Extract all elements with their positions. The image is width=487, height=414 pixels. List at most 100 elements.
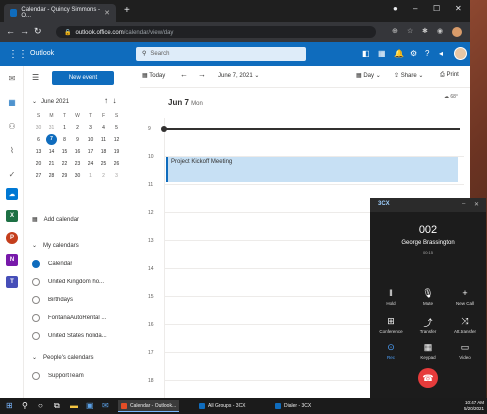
- previous-day-icon[interactable]: ←: [180, 70, 188, 79]
- minical-day[interactable]: 27: [32, 170, 45, 182]
- minical-day[interactable]: 8: [58, 134, 71, 146]
- calendar-item-calendar[interactable]: Calendar: [32, 260, 138, 268]
- app-launcher-icon[interactable]: ⋮⋮: [8, 49, 28, 60]
- minical-day[interactable]: 2: [97, 170, 110, 182]
- hangup-button[interactable]: ☎: [418, 368, 438, 388]
- taskbar-app-outlook[interactable]: Calendar - Outlook...: [118, 400, 180, 412]
- user-avatar[interactable]: [454, 47, 467, 60]
- transfer-button[interactable]: ⤴ Transfer: [411, 316, 445, 334]
- close-window-button[interactable]: ✕: [455, 4, 462, 13]
- new-event-button[interactable]: New event: [52, 71, 114, 85]
- megaphone-icon[interactable]: ◂: [439, 49, 443, 58]
- attended-transfer-button[interactable]: ⤨ Att.transfer: [448, 316, 482, 334]
- minimize-button[interactable]: –: [413, 4, 417, 13]
- tab-close-icon[interactable]: ✕: [104, 9, 110, 17]
- task-view-icon[interactable]: ⧉: [54, 401, 60, 411]
- next-day-icon[interactable]: →: [198, 70, 206, 79]
- calendar-item-fontana[interactable]: FontanaAutoRental ...: [32, 314, 138, 322]
- people-icon[interactable]: ⚇: [6, 120, 18, 132]
- minical-day[interactable]: 12: [110, 134, 123, 146]
- calendar-item-birthdays[interactable]: Birthdays: [32, 296, 138, 304]
- system-clock[interactable]: 10:47 AM 5/20/2021: [452, 400, 484, 412]
- onedrive-icon[interactable]: ☁: [6, 188, 18, 200]
- hamburger-icon[interactable]: ☰: [32, 73, 39, 82]
- minical-day[interactable]: 30: [32, 122, 45, 134]
- arrow-up-icon[interactable]: ↑: [104, 96, 108, 105]
- minical-day[interactable]: 23: [71, 158, 84, 170]
- powerpoint-icon[interactable]: P: [6, 232, 18, 244]
- url-field[interactable]: 🔒 outlook.office.com/calendar/view/day: [56, 26, 376, 38]
- mute-button[interactable]: 🎙 Mute: [411, 288, 445, 306]
- calendar-item-supportteam[interactable]: SupportTeam: [32, 372, 138, 380]
- minical-day[interactable]: 21: [45, 158, 58, 170]
- new-call-button[interactable]: + New Call: [448, 288, 482, 306]
- windows-start-icon[interactable]: ⊞: [6, 401, 13, 410]
- minical-day[interactable]: 9: [71, 134, 84, 146]
- view-switcher[interactable]: ▦ Day ⌄: [356, 72, 381, 79]
- new-tab-button[interactable]: +: [124, 5, 130, 16]
- cortana-icon[interactable]: ○: [38, 401, 43, 410]
- minical-day[interactable]: 3: [110, 170, 123, 182]
- peoples-calendars-header[interactable]: ⌄ People's calendars: [32, 354, 94, 361]
- taskbar-app-3cx-groups[interactable]: All Groups - 3CX: [196, 400, 249, 412]
- hold-button[interactable]: ‖ Hold: [374, 288, 408, 306]
- teams-rail-icon[interactable]: T: [6, 276, 18, 288]
- minical-day-selected[interactable]: 7: [46, 134, 57, 145]
- taskbar-app-3cx-dialer[interactable]: Dialer - 3CX: [272, 400, 314, 412]
- install-app-icon[interactable]: ⊕: [392, 27, 398, 35]
- file-explorer-icon[interactable]: ▬: [70, 401, 78, 410]
- phone-minimize-button[interactable]: –: [462, 201, 465, 207]
- excel-icon[interactable]: X: [6, 210, 18, 222]
- outlook-brand[interactable]: Outlook: [30, 50, 54, 57]
- minical-day[interactable]: 22: [58, 158, 71, 170]
- minical-day[interactable]: 15: [58, 146, 71, 158]
- video-button[interactable]: ▭ Video: [448, 342, 482, 360]
- minical-day[interactable]: 3: [84, 122, 97, 134]
- minical-day[interactable]: 4: [97, 122, 110, 134]
- minical-day[interactable]: 19: [110, 146, 123, 158]
- conference-button[interactable]: ⊞ Conference: [374, 316, 408, 334]
- calendar-header-icon[interactable]: ▦: [378, 49, 386, 58]
- onenote-icon[interactable]: N: [6, 254, 18, 266]
- minical-day[interactable]: 17: [84, 146, 97, 158]
- print-button[interactable]: ⎙ Print: [440, 72, 459, 79]
- minical-month[interactable]: ⌄ June 2021: [32, 98, 69, 105]
- account-icon[interactable]: ●: [393, 4, 398, 13]
- todo-icon[interactable]: ✓: [6, 168, 18, 180]
- minical-day[interactable]: 10: [84, 134, 97, 146]
- keypad-button[interactable]: ▦ Keypad: [411, 342, 445, 360]
- today-button[interactable]: ▦ Today: [142, 72, 165, 79]
- grammarly-icon[interactable]: ◉: [437, 27, 443, 35]
- minical-day[interactable]: 14: [45, 146, 58, 158]
- record-button[interactable]: ⊙ Rec: [374, 342, 408, 360]
- minical-day[interactable]: 20: [32, 158, 45, 170]
- minical-day[interactable]: 28: [45, 170, 58, 182]
- paperclip-icon[interactable]: ⌇: [6, 144, 18, 156]
- reload-icon[interactable]: ↻: [34, 26, 42, 37]
- minical-day[interactable]: 1: [84, 170, 97, 182]
- calendar-item-us-holidays[interactable]: United States holida...: [32, 332, 138, 340]
- phone-close-button[interactable]: ✕: [474, 201, 479, 208]
- minical-day[interactable]: 30: [71, 170, 84, 182]
- browser-profile-avatar[interactable]: [452, 27, 462, 37]
- help-icon[interactable]: ?: [425, 49, 429, 58]
- minical-day[interactable]: 31: [45, 122, 58, 134]
- mail-icon[interactable]: ✉: [6, 72, 18, 84]
- back-icon[interactable]: ←: [6, 26, 15, 36]
- bookmark-star-icon[interactable]: ☆: [407, 27, 413, 35]
- minical-day[interactable]: 6: [32, 134, 45, 146]
- browser-tab-calendar[interactable]: Calendar - Quincy Simmons - O... ✕: [4, 4, 116, 22]
- weather-indicator[interactable]: ☁ 68°: [444, 94, 458, 100]
- minical-day[interactable]: 11: [97, 134, 110, 146]
- extensions-icon[interactable]: ✱: [422, 27, 428, 35]
- minical-day[interactable]: 29: [58, 170, 71, 182]
- minical-day[interactable]: 5: [110, 122, 123, 134]
- mail-taskbar-icon[interactable]: ✉: [102, 401, 109, 410]
- minical-day[interactable]: 13: [32, 146, 45, 158]
- minical-day[interactable]: 1: [58, 122, 71, 134]
- minical-day[interactable]: 16: [71, 146, 84, 158]
- calendar-item-uk-holidays[interactable]: United Kingdom ho...: [32, 278, 138, 286]
- minical-day[interactable]: 2: [71, 122, 84, 134]
- date-range-picker[interactable]: June 7, 2021 ⌄: [218, 72, 259, 79]
- my-calendars-header[interactable]: ⌄ My calendars: [32, 242, 79, 249]
